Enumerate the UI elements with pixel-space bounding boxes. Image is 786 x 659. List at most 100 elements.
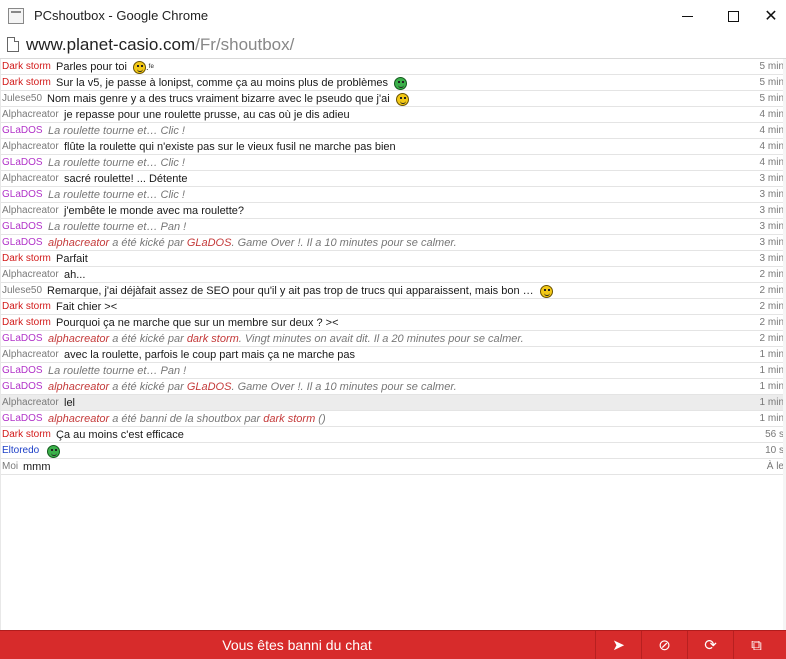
- message-author[interactable]: GLaDOS: [2, 219, 43, 235]
- message-fragment: lel: [64, 397, 76, 409]
- message-text: alphacreator a été banni de la shoutbox …: [48, 411, 326, 427]
- message-fragment: ah...: [64, 269, 86, 281]
- message-text: La roulette tourne et… Clic !: [48, 123, 185, 139]
- message-text: Remarque, j'ai déjàfait assez de SEO pou…: [47, 283, 553, 299]
- message-author[interactable]: Dark storm: [2, 251, 51, 267]
- message-fragment: Fait chier ><: [56, 301, 118, 313]
- popout-icon[interactable]: ⧉: [733, 631, 779, 659]
- message-row: Alphacreator avec la roulette, parfois le…: [1, 347, 786, 363]
- message-fragment: a été kické par: [109, 237, 187, 249]
- message-time: 5 min: [759, 93, 784, 104]
- message-row: Alphacreator je repasse pour une roulette…: [1, 107, 786, 123]
- message-fragment: La roulette tourne et… Pan !: [48, 365, 187, 377]
- message-author[interactable]: GLaDOS: [2, 379, 43, 395]
- shoutbox-messages[interactable]: Dark storm Parles pour toi .ᶠᵉ 5 min Dark s…: [0, 59, 786, 630]
- message-fragment: Pourquoi ça ne marche que sur un membre …: [56, 317, 339, 329]
- message-row: Alphacreator flûte la roulette qui n'exis…: [1, 139, 786, 155]
- message-time: 3 min: [759, 173, 784, 184]
- message-extra: .ᶠᵉ: [145, 62, 154, 72]
- window-title: PCshoutbox - Google Chrome: [34, 8, 209, 23]
- message-author[interactable]: Eltoredo: [2, 443, 39, 459]
- banned-notice: Vous êtes banni du chat: [222, 637, 372, 653]
- message-row: Alphacreator j'embête le monde avec ma ro…: [1, 203, 786, 219]
- message-author[interactable]: GLaDOS: [2, 123, 43, 139]
- message-mention: alphacreator: [48, 413, 110, 425]
- message-fragment: Sur la v5, je passe à lonipst, comme ça …: [56, 77, 392, 89]
- message-author[interactable]: Alphacreator: [2, 395, 59, 411]
- message-author[interactable]: Alphacreator: [2, 267, 59, 283]
- message-author[interactable]: Dark storm: [2, 315, 51, 331]
- send-icon[interactable]: ➤: [595, 631, 641, 659]
- message-fragment: j'embête le monde avec ma roulette?: [64, 205, 245, 217]
- message-time: 1 min: [759, 381, 784, 392]
- close-icon[interactable]: ✕: [756, 0, 786, 32]
- message-time: 1 min: [759, 349, 784, 360]
- message-author[interactable]: Julese50: [2, 283, 42, 299]
- message-row: Moi mmm À le: [1, 459, 786, 475]
- message-fragment: a été kické par: [109, 381, 187, 393]
- refresh-icon[interactable]: ⟳: [687, 631, 733, 659]
- message-author[interactable]: Dark storm: [2, 427, 51, 443]
- message-text: ah...: [64, 267, 85, 283]
- message-author[interactable]: GLaDOS: [2, 331, 43, 347]
- message-time: 2 min: [759, 285, 784, 296]
- message-text: La roulette tourne et… Clic !: [48, 187, 185, 203]
- mute-icon[interactable]: ⊘: [641, 631, 687, 659]
- message-time: 4 min: [759, 109, 784, 120]
- message-time: 4 min: [759, 125, 784, 136]
- message-fragment: La roulette tourne et… Clic !: [48, 189, 185, 201]
- url-text[interactable]: www.planet-casio.com/Fr/shoutbox/: [26, 35, 294, 55]
- message-author[interactable]: Dark storm: [2, 299, 51, 315]
- window-titlebar: PCshoutbox - Google Chrome ✕: [0, 0, 786, 32]
- message-time: 3 min: [759, 189, 784, 200]
- message-row: GLaDOS La roulette tourne et… Clic ! 3 min: [1, 187, 786, 203]
- message-time: 1 min: [759, 397, 784, 408]
- message-author[interactable]: Alphacreator: [2, 203, 59, 219]
- message-author[interactable]: GLaDOS: [2, 187, 43, 203]
- message-author[interactable]: Moi: [2, 459, 18, 475]
- message-row: Dark storm Parles pour toi .ᶠᵉ 5 min: [1, 59, 786, 75]
- message-row: Julese50 Nom mais genre y a des trucs vra…: [1, 91, 786, 107]
- message-text: Sur la v5, je passe à lonipst, comme ça …: [56, 75, 408, 91]
- message-author[interactable]: Alphacreator: [2, 107, 59, 123]
- message-fragment: . Game Over !. Il a 10 minutes pour se c…: [231, 237, 457, 249]
- message-time: 3 min: [759, 221, 784, 232]
- message-text: La roulette tourne et… Pan !: [48, 363, 186, 379]
- message-text: Nom mais genre y a des trucs vraiment bi…: [47, 91, 409, 107]
- message-author[interactable]: Dark storm: [2, 59, 51, 75]
- message-row: Alphacreator sacré roulette! ... Détente 3…: [1, 171, 786, 187]
- message-fragment: . Vingt minutes on avait dit. Il a 20 mi…: [238, 333, 524, 345]
- message-fragment: Ça au moins c'est efficace: [56, 429, 184, 441]
- message-text: j'embête le monde avec ma roulette?: [64, 203, 244, 219]
- address-bar[interactable]: www.planet-casio.com/Fr/shoutbox/: [0, 32, 786, 59]
- message-fragment: La roulette tourne et… Clic !: [48, 125, 185, 137]
- message-mention: GLaDOS: [186, 381, 232, 393]
- message-text: Ça au moins c'est efficace: [56, 427, 184, 443]
- message-author[interactable]: GLaDOS: [2, 411, 43, 427]
- message-row: Eltoredo 10 s: [1, 443, 786, 459]
- message-time: 1 min: [759, 365, 784, 376]
- message-fragment: . Game Over !. Il a 10 minutes pour se c…: [231, 381, 457, 393]
- message-row: GLaDOS La roulette tourne et… Clic ! 4 min: [1, 123, 786, 139]
- message-text: alphacreator a été kické par dark storm.…: [48, 331, 524, 347]
- message-author[interactable]: Dark storm: [2, 75, 51, 91]
- maximize-icon[interactable]: [710, 0, 756, 32]
- message-author[interactable]: GLaDOS: [2, 363, 43, 379]
- message-author[interactable]: GLaDOS: [2, 155, 43, 171]
- message-author[interactable]: Alphacreator: [2, 139, 59, 155]
- message-author[interactable]: Alphacreator: [2, 171, 59, 187]
- message-time: 3 min: [759, 205, 784, 216]
- message-row: Alphacreator lel 1 min: [1, 395, 786, 411]
- message-fragment: je repasse pour une roulette prusse, au …: [64, 109, 350, 121]
- minimize-icon[interactable]: [664, 0, 710, 32]
- message-text: Fait chier ><: [56, 299, 117, 315]
- smiley-icon: [394, 76, 408, 90]
- message-time: 5 min: [759, 77, 784, 88]
- message-text: La roulette tourne et… Pan !: [48, 219, 186, 235]
- message-author[interactable]: Alphacreator: [2, 347, 59, 363]
- message-fragment: sacré roulette! ... Détente: [64, 173, 188, 185]
- message-author[interactable]: Julese50: [2, 91, 42, 107]
- message-author[interactable]: GLaDOS: [2, 235, 43, 251]
- message-row: Dark storm Parfait 3 min: [1, 251, 786, 267]
- message-row: Dark storm Ça au moins c'est efficace 56 s: [1, 427, 786, 443]
